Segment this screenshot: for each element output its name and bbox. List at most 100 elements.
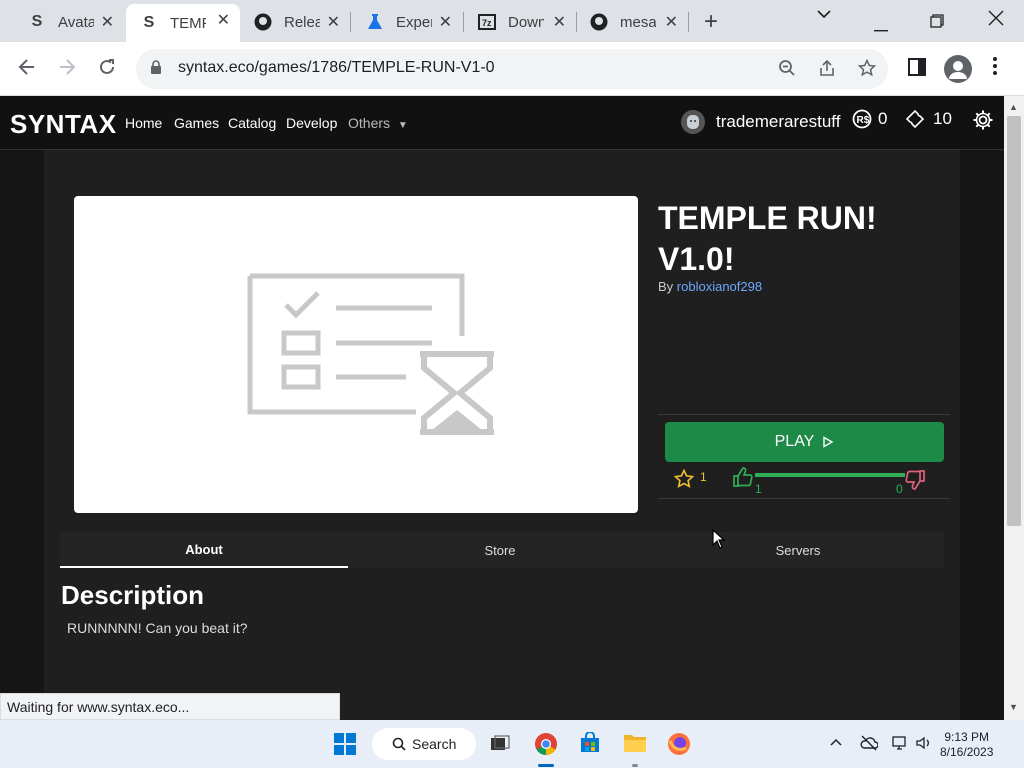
- ticket-icon: [905, 109, 925, 129]
- minimize-icon[interactable]: [874, 16, 888, 37]
- favorite-star-icon[interactable]: [673, 468, 695, 494]
- chrome-icon[interactable]: [534, 732, 558, 761]
- restore-icon[interactable]: [930, 12, 944, 33]
- scrollbar-thumb[interactable]: [1007, 116, 1021, 526]
- game-tabs: About Store Servers: [60, 532, 944, 568]
- description-heading: Description: [61, 580, 205, 610]
- browser-tab-mesa[interactable]: mesa ✕: [576, 6, 688, 38]
- clock-time: 9:13 PM: [944, 730, 990, 744]
- windows-start-icon[interactable]: [334, 733, 356, 760]
- chevron-up-icon[interactable]: [830, 736, 842, 754]
- close-icon[interactable]: ✕: [665, 12, 678, 32]
- task-view-icon[interactable]: [490, 734, 510, 759]
- scroll-up-icon[interactable]: ▲: [1009, 102, 1018, 112]
- onedrive-offline-icon[interactable]: [860, 735, 879, 756]
- tab-servers[interactable]: Servers: [654, 532, 942, 568]
- browser-tab-experiments[interactable]: Experiments ✕: [352, 6, 462, 38]
- tab-about[interactable]: About: [60, 532, 348, 568]
- browser-tab-avatar[interactable]: S Avatar ✕: [14, 6, 124, 38]
- file-explorer-icon[interactable]: [623, 732, 647, 759]
- robux-icon: R$: [852, 109, 872, 129]
- settings-gear-icon[interactable]: [972, 109, 994, 131]
- nav-others-label: Others: [348, 115, 391, 131]
- github-icon: [590, 13, 608, 31]
- thumbs-down-icon[interactable]: [904, 469, 926, 496]
- page-gutter-right: [960, 150, 1004, 720]
- firefox-icon[interactable]: [667, 732, 691, 761]
- new-tab-icon[interactable]: +: [704, 8, 718, 36]
- lock-icon[interactable]: [150, 59, 162, 74]
- tab-search-icon[interactable]: [816, 6, 832, 27]
- nav-others-dropdown[interactable]: Others ▼: [348, 115, 408, 131]
- network-icon[interactable]: [892, 735, 908, 756]
- side-panel-icon[interactable]: [908, 58, 926, 81]
- forward-icon[interactable]: [58, 56, 76, 82]
- syntax-logo-icon: S: [143, 14, 155, 31]
- tab-title: Download: [508, 13, 544, 31]
- creator-line: By robloxianof298: [658, 279, 762, 294]
- caret-down-icon: ▼: [397, 120, 408, 131]
- search-label: Search: [412, 736, 457, 752]
- scroll-down-icon[interactable]: ▼: [1009, 702, 1018, 712]
- close-icon[interactable]: ✕: [101, 12, 114, 32]
- site-header: SYNTAX Home Games Catalog Develop Others…: [0, 96, 1004, 150]
- tab-title: Releases: [284, 13, 320, 31]
- reload-icon[interactable]: [98, 56, 116, 82]
- microsoft-store-icon[interactable]: [579, 731, 601, 759]
- close-icon[interactable]: ✕: [553, 12, 566, 32]
- close-icon[interactable]: ✕: [327, 12, 340, 32]
- browser-tab-download[interactable]: 7z Download ✕: [464, 6, 576, 38]
- vote-ratio-bar: [755, 473, 905, 477]
- by-label: By: [658, 279, 674, 294]
- active-app-indicator: [538, 764, 554, 767]
- tix-balance[interactable]: 10: [905, 109, 952, 129]
- volume-icon[interactable]: [916, 735, 932, 756]
- description-text: RUNNNNN! Can you beat it?: [67, 620, 248, 636]
- taskbar-search[interactable]: Search: [372, 728, 476, 760]
- close-icon[interactable]: ✕: [217, 10, 230, 30]
- url-text[interactable]: syntax.eco/games/1786/TEMPLE-RUN-V1-0: [178, 59, 495, 77]
- share-icon[interactable]: [818, 59, 836, 82]
- browser-tab-temple[interactable]: S TEMPLE ✕: [126, 4, 240, 42]
- back-icon[interactable]: [18, 56, 36, 82]
- robux-balance[interactable]: R$ 0: [852, 109, 887, 129]
- nav-catalog[interactable]: Catalog: [228, 115, 276, 131]
- tab-separator: [350, 12, 351, 32]
- address-bar[interactable]: syntax.eco/games/1786/TEMPLE-RUN-V1-0: [136, 49, 888, 89]
- page-gutter-left: [0, 150, 44, 720]
- clock-date: 8/16/2023: [940, 745, 994, 759]
- bookmark-star-icon[interactable]: [857, 58, 877, 82]
- browser-toolbar: syntax.eco/games/1786/TEMPLE-RUN-V1-0: [0, 42, 1024, 96]
- profile-avatar-icon[interactable]: [944, 55, 972, 83]
- page-scrollbar[interactable]: ▲ ▼: [1004, 96, 1024, 720]
- search-icon: [392, 737, 406, 751]
- site-logo[interactable]: SYNTAX: [10, 109, 117, 140]
- syntax-logo-icon: S: [31, 13, 43, 30]
- vote-ratio-fill: [755, 473, 905, 477]
- svg-text:7z: 7z: [482, 18, 492, 28]
- game-page-content: TEMPLE RUN! V1.0! By robloxianof298 PLAY…: [44, 150, 960, 720]
- tab-store[interactable]: Store: [356, 532, 644, 568]
- close-window-icon[interactable]: [988, 10, 1004, 31]
- flask-icon: [366, 13, 384, 31]
- zoom-icon[interactable]: [778, 59, 796, 82]
- favorite-count: 1: [700, 470, 707, 484]
- loading-status: Waiting for www.syntax.eco...: [0, 693, 340, 720]
- nav-develop[interactable]: Develop: [286, 115, 337, 131]
- taskbar-clock[interactable]: 9:13 PM 8/16/2023: [940, 730, 993, 760]
- divider: [658, 414, 950, 415]
- play-button[interactable]: PLAY: [665, 422, 944, 462]
- browser-menu-icon[interactable]: [992, 56, 998, 81]
- thumbs-up-icon[interactable]: [732, 466, 754, 493]
- nav-home[interactable]: Home: [125, 115, 162, 131]
- github-icon: [254, 13, 272, 31]
- mouse-cursor-icon: [712, 528, 726, 554]
- browser-tab-releases[interactable]: Releases ✕: [240, 6, 350, 38]
- close-icon[interactable]: ✕: [439, 12, 452, 32]
- username: trademerarestuff: [716, 112, 841, 131]
- user-avatar-icon: [681, 110, 705, 134]
- user-profile-link[interactable]: trademerarestuff: [680, 109, 840, 135]
- upvote-count: 1: [755, 482, 762, 496]
- nav-games[interactable]: Games: [174, 115, 219, 131]
- creator-link[interactable]: robloxianof298: [677, 279, 762, 294]
